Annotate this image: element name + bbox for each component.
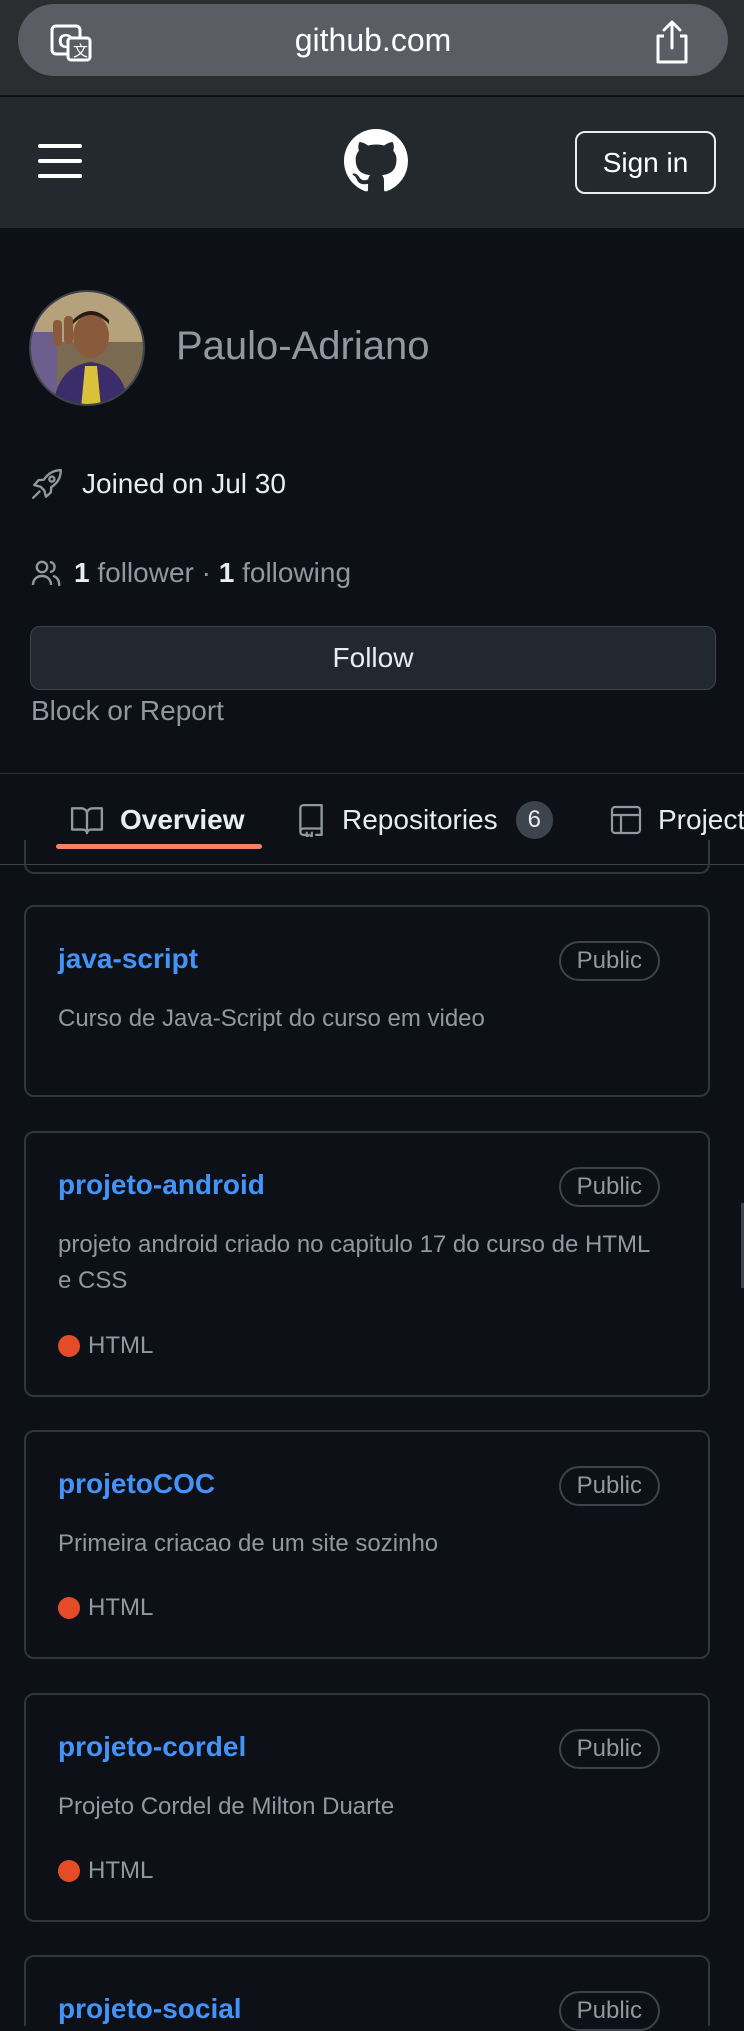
sign-in-button[interactable]: Sign in: [575, 131, 716, 194]
repo-name-link[interactable]: projetoCOC: [58, 1468, 215, 1500]
language-label: HTML: [88, 1857, 154, 1884]
visibility-badge: Public: [558, 1729, 660, 1769]
repo-description: Projeto Cordel de Milton Duarte: [58, 1793, 395, 1820]
block-or-report-link[interactable]: Block or Report: [31, 695, 224, 727]
profile-username: Paulo-Adriano: [176, 324, 430, 368]
language-color-dot: [58, 1597, 80, 1619]
repo-card: java-script Public Curso de Java-Script …: [24, 905, 710, 1097]
repo-name-link[interactable]: projeto-cordel: [58, 1731, 246, 1763]
repo-icon: [299, 803, 323, 837]
language-label: HTML: [88, 1332, 154, 1359]
repo-language: HTML: [58, 1332, 153, 1360]
visibility-badge: Public: [558, 1991, 660, 2031]
visibility-badge: Public: [558, 1167, 660, 1207]
repo-description: Curso de Java-Script do curso em video: [58, 1005, 485, 1032]
site-header: Sign in: [0, 97, 744, 228]
book-icon: [70, 807, 104, 835]
tab-label: Repositories: [342, 804, 498, 835]
following-link[interactable]: 1 following: [219, 557, 351, 589]
language-color-dot: [58, 1335, 80, 1357]
followers-count: 1: [74, 557, 90, 588]
url-text[interactable]: github.com: [18, 4, 728, 76]
github-octocat-icon[interactable]: [344, 129, 408, 193]
follow-button[interactable]: Follow: [30, 626, 716, 690]
repo-name-link[interactable]: projeto-android: [58, 1169, 265, 1201]
joined-text: Joined on Jul 30: [82, 468, 286, 499]
repositories-count-badge: 6: [515, 801, 553, 839]
repo-name-link[interactable]: java-script: [58, 943, 198, 975]
people-icon: [31, 560, 61, 587]
language-label: HTML: [88, 1594, 154, 1621]
tab-label: Overview: [120, 804, 245, 835]
previous-repo-card-edge: [24, 840, 710, 874]
language-color-dot: [58, 1860, 80, 1882]
repo-card: projeto-android Public projeto android c…: [24, 1131, 710, 1397]
repo-description: Primeira criacao de um site sozinho: [58, 1530, 439, 1557]
browser-toolbar: G 文 github.com: [0, 0, 744, 96]
repo-name-link[interactable]: projeto-social: [58, 1993, 242, 2025]
repo-description: projeto android criado no capitulo 17 do…: [58, 1231, 650, 1294]
repo-language: HTML: [58, 1857, 153, 1885]
separator-dot: ·: [201, 557, 211, 588]
avatar-image: [31, 292, 143, 404]
avatar[interactable]: [29, 290, 145, 406]
repo-language: HTML: [58, 1594, 153, 1622]
visibility-badge: Public: [558, 941, 660, 981]
following-count: 1: [218, 557, 235, 588]
hamburger-menu-icon[interactable]: [38, 144, 82, 178]
address-bar[interactable]: G 文 github.com: [18, 4, 728, 76]
rocket-icon: [32, 469, 62, 499]
visibility-badge: Public: [558, 1466, 660, 1506]
repo-card: projetoCOC Public Primeira criacao de um…: [24, 1430, 710, 1659]
follow-stats: 1 follower · 1 following: [30, 553, 351, 593]
share-icon[interactable]: [652, 20, 692, 64]
repo-card: projeto-cordel Public Projeto Cordel de …: [24, 1693, 710, 1922]
table-icon: [610, 805, 642, 835]
followers-link[interactable]: 1 follower: [74, 557, 194, 589]
followers-label: follower: [97, 557, 194, 588]
following-label: following: [242, 557, 352, 588]
joined-date: Joined on Jul 30: [30, 464, 286, 504]
tab-label: Projects: [658, 804, 744, 835]
repo-card: projeto-social Public: [24, 1955, 710, 2031]
